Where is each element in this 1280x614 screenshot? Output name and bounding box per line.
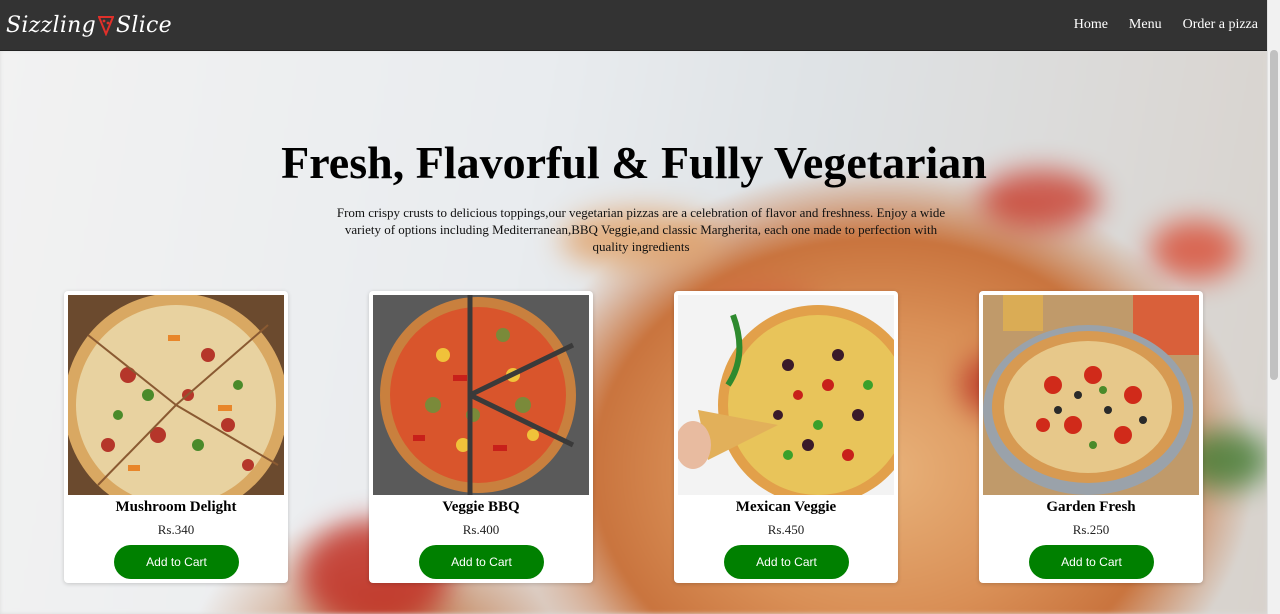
hero-title: Fresh, Flavorful & Fully Vegetarian bbox=[281, 137, 987, 188]
nav-order-link[interactable]: Order a pizza bbox=[1183, 17, 1258, 33]
product-card: Mushroom Delight Rs.340 Add to Cart bbox=[64, 291, 288, 583]
product-price: Rs.450 bbox=[767, 522, 805, 537]
product-card: Veggie BBQ Rs.400 Add to Cart bbox=[369, 291, 593, 583]
product-image bbox=[678, 295, 894, 495]
product-price: Rs.340 bbox=[157, 522, 195, 537]
product-price: Rs.400 bbox=[462, 522, 500, 537]
nav-menu-link[interactable]: Menu bbox=[1129, 17, 1162, 33]
product-image bbox=[68, 295, 284, 495]
brand-logo[interactable]: Sizzling Slice bbox=[6, 13, 172, 38]
hero-description: From crispy crusts to delicious toppings… bbox=[336, 205, 946, 254]
vertical-scrollbar[interactable] bbox=[1267, 0, 1280, 614]
product-image bbox=[983, 295, 1199, 495]
add-to-cart-button[interactable]: Add to Cart bbox=[419, 545, 544, 579]
add-to-cart-button[interactable]: Add to Cart bbox=[724, 545, 849, 579]
brand-name-part2: Slice bbox=[116, 12, 172, 38]
nav-home-link[interactable]: Home bbox=[1074, 17, 1108, 33]
nav-menu: Home Menu Order a pizza bbox=[1053, 17, 1258, 33]
top-navbar: Sizzling Slice Home Menu Order a pizza bbox=[0, 0, 1268, 51]
product-name: Mexican Veggie bbox=[735, 499, 837, 515]
product-price: Rs.250 bbox=[1072, 522, 1110, 537]
product-card: Mexican Veggie Rs.450 Add to Cart bbox=[674, 291, 898, 583]
product-image bbox=[373, 295, 589, 495]
product-name: Mushroom Delight bbox=[115, 499, 237, 515]
brand-name-part1: Sizzling bbox=[6, 12, 97, 38]
add-to-cart-button[interactable]: Add to Cart bbox=[114, 545, 239, 579]
pizza-slice-icon bbox=[98, 14, 115, 36]
product-name: Veggie BBQ bbox=[442, 499, 520, 515]
scrollbar-thumb[interactable] bbox=[1270, 50, 1278, 380]
product-card: Garden Fresh Rs.250 Add to Cart bbox=[979, 291, 1203, 583]
add-to-cart-button[interactable]: Add to Cart bbox=[1029, 545, 1154, 579]
product-name: Garden Fresh bbox=[1046, 499, 1136, 515]
